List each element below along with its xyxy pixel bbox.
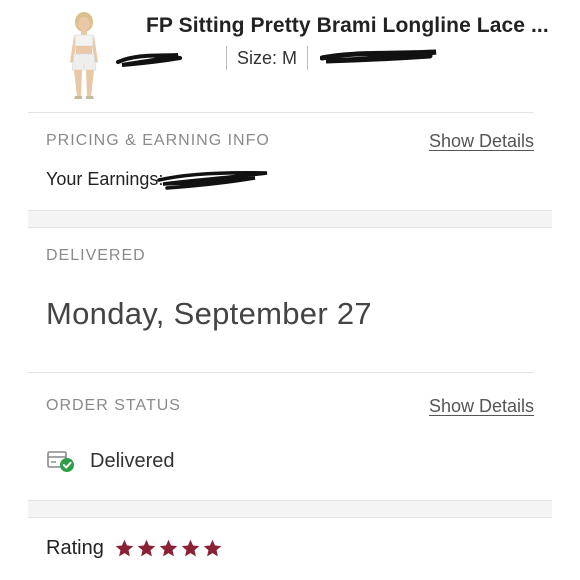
item-size: Size: M [237,47,298,68]
rating-stars [114,538,224,559]
order-status-row: Delivered [46,448,174,474]
redacted-earnings [157,167,273,191]
rating-label: Rating [46,537,104,559]
star-icon [137,539,156,557]
delivered-date: Monday, September 27 [46,296,372,331]
meta-separator [226,46,227,70]
item-header[interactable]: FP Sitting Pretty Brami Longline Lace ..… [0,0,580,112]
section-gap [28,210,552,228]
divider [28,112,534,113]
pricing-show-details-link[interactable]: Show Details [429,131,534,152]
redacted-value [318,46,437,70]
star-icon [159,539,178,557]
item-meta: Size: M [116,46,437,70]
order-status-show-details-link[interactable]: Show Details [429,396,534,417]
earnings-label: Your Earnings: [46,168,164,189]
star-icon [115,539,134,557]
order-status-text: Delivered [90,449,175,472]
divider [28,372,534,373]
pricing-section-label: PRICING & EARNING INFO [46,132,270,149]
star-icon [203,539,222,557]
star-icon [181,539,200,557]
package-check-icon [47,451,74,472]
earnings-row: Your Earnings: [46,167,273,191]
section-gap [28,500,552,518]
rating-row: Rating [46,537,224,560]
item-title: FP Sitting Pretty Brami Longline Lace ..… [146,14,549,37]
meta-separator [307,46,309,70]
delivered-section-label: DELIVERED [46,247,146,264]
redacted-price [116,46,216,70]
product-thumbnail [62,10,106,100]
order-status-section-label: ORDER STATUS [46,397,181,414]
